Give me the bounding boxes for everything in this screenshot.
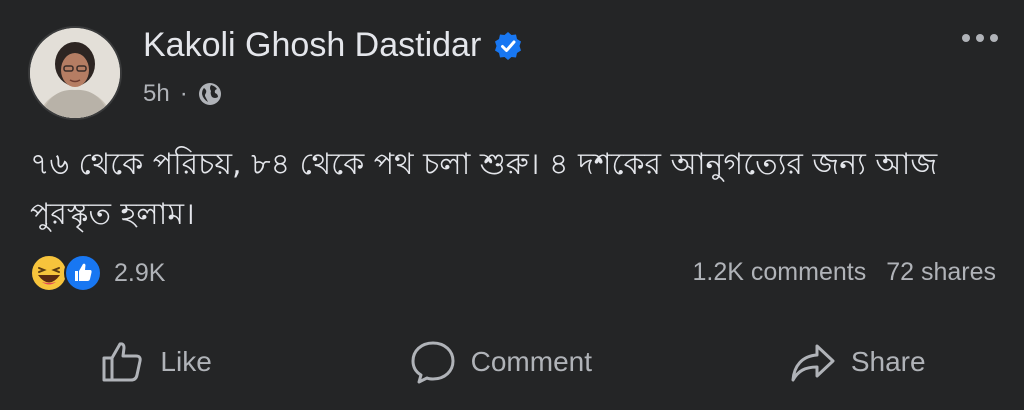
reaction-icons bbox=[30, 254, 108, 292]
comment-button[interactable]: Comment bbox=[409, 338, 592, 386]
verified-badge-icon bbox=[495, 31, 522, 60]
post-actions-bar: Like Comment Share bbox=[0, 330, 1024, 394]
author-name-row[interactable]: Kakoli Ghosh Dastidar bbox=[143, 26, 523, 65]
reaction-count[interactable]: 2.9K bbox=[114, 259, 165, 288]
reactions-summary[interactable]: 2.9K bbox=[30, 254, 165, 292]
comment-label: Comment bbox=[470, 346, 593, 377]
globe-icon[interactable] bbox=[198, 82, 222, 106]
author-avatar[interactable] bbox=[30, 28, 120, 118]
more-dot-icon bbox=[990, 34, 998, 42]
thumbs-up-icon bbox=[102, 342, 143, 382]
post-stats: 1.2K comments 72 shares bbox=[693, 258, 996, 287]
post-meta: 5h · bbox=[143, 80, 222, 108]
author-name[interactable]: Kakoli Ghosh Dastidar bbox=[143, 26, 481, 65]
more-options-button[interactable] bbox=[962, 34, 998, 42]
comments-count[interactable]: 1.2K comments bbox=[693, 258, 867, 287]
more-dot-icon bbox=[962, 34, 970, 42]
more-dot-icon bbox=[976, 34, 984, 42]
like-icon bbox=[64, 254, 102, 292]
share-label: Share bbox=[850, 346, 926, 377]
avatar-photo bbox=[30, 28, 120, 118]
share-arrow-icon bbox=[791, 344, 835, 382]
shares-count[interactable]: 72 shares bbox=[886, 258, 996, 287]
meta-separator: · bbox=[179, 80, 188, 107]
comment-bubble-icon bbox=[411, 341, 455, 384]
post-text: ৭৬ থেকে পরিচয়, ৮৪ থেকে পথ চলা শুরু। ৪ দ… bbox=[30, 147, 938, 232]
haha-icon bbox=[30, 254, 68, 292]
share-button[interactable]: Share bbox=[789, 338, 926, 386]
like-button[interactable]: Like bbox=[98, 338, 212, 386]
like-label: Like bbox=[160, 346, 212, 377]
post-time[interactable]: 5h bbox=[143, 80, 170, 108]
